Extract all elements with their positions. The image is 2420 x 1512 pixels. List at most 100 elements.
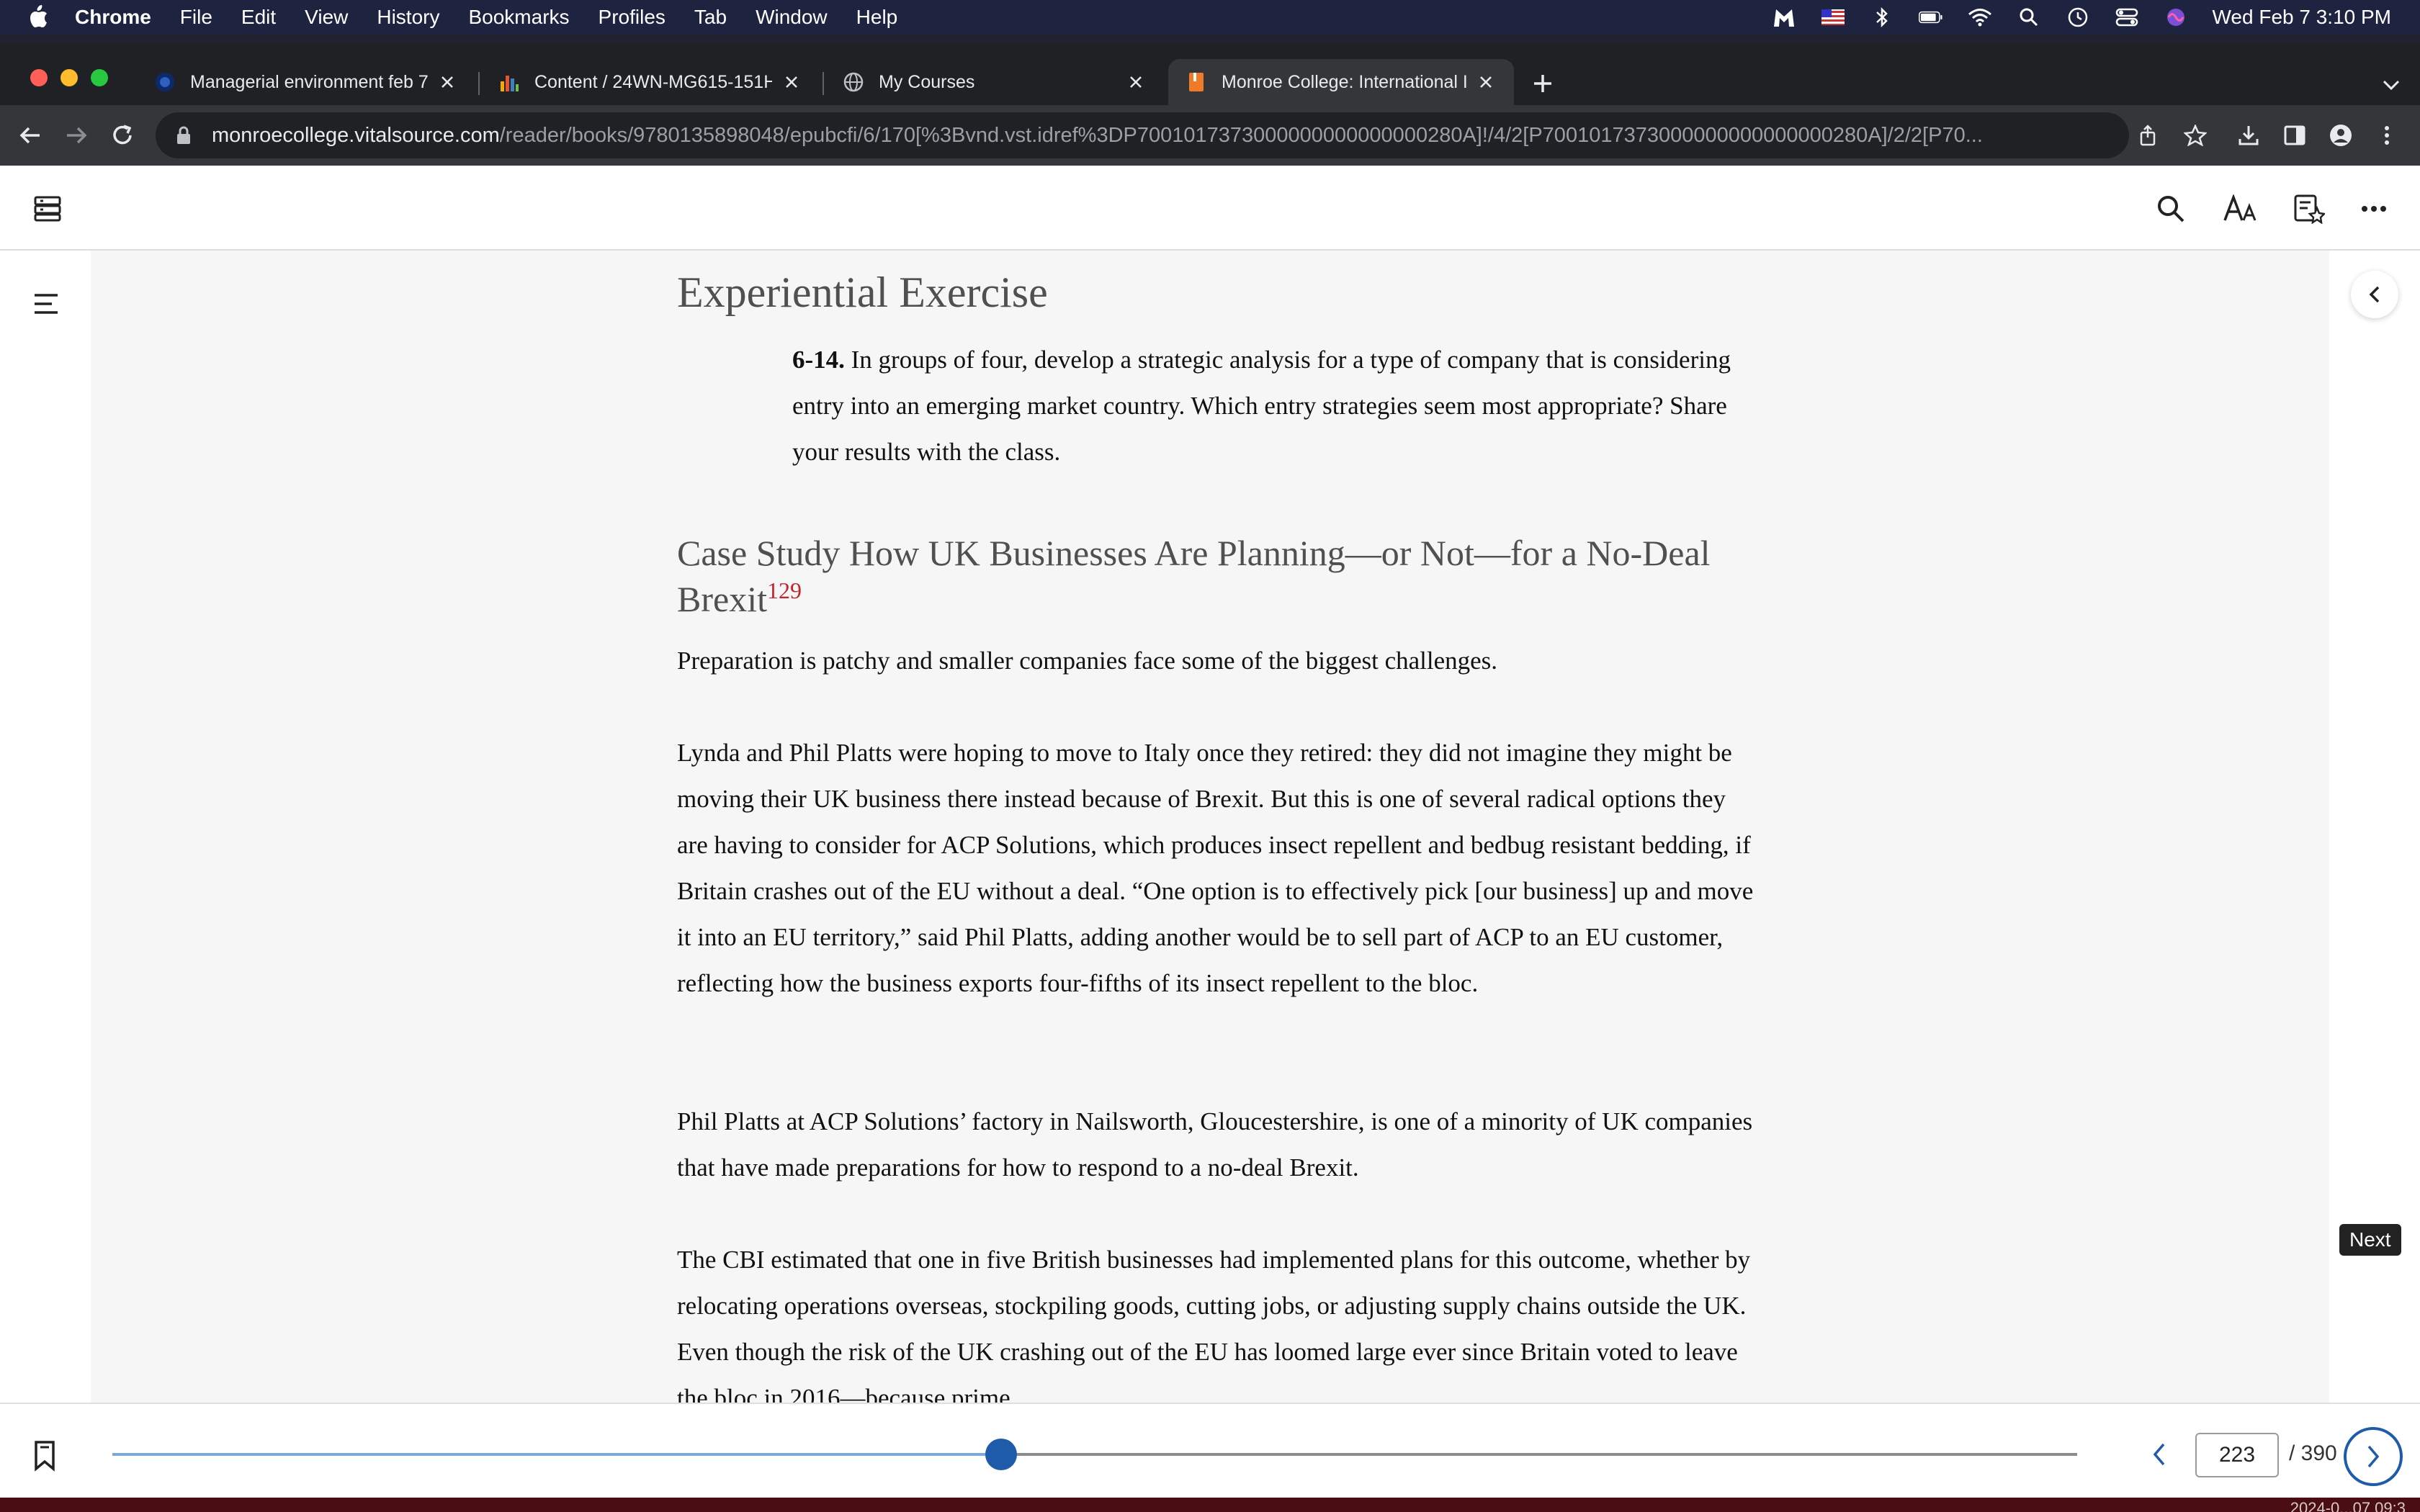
- menu-file[interactable]: File: [180, 6, 212, 29]
- bookmark-icon[interactable]: [32, 1440, 58, 1472]
- case-study-title: Case Study How UK Businesses Are Plannin…: [677, 533, 1711, 619]
- browser-toolbar: monroecollege.vitalsource.com/reader/boo…: [0, 105, 2420, 166]
- book-icon: [1186, 71, 1207, 93]
- menu-app-name[interactable]: Chrome: [75, 6, 151, 29]
- slider-thumb[interactable]: [985, 1439, 1018, 1470]
- battery-icon[interactable]: [1918, 5, 1943, 30]
- desktop-strip: [0, 1498, 2420, 1512]
- profile-avatar-icon[interactable]: [2325, 120, 2357, 151]
- chevron-left-icon: [2369, 286, 2380, 303]
- page-total: / 390: [2289, 1441, 2337, 1465]
- window-controls: [30, 69, 108, 86]
- reload-button[interactable]: [107, 120, 138, 151]
- left-sidebar: [0, 251, 91, 1403]
- chrome-menu-icon[interactable]: [2371, 120, 2403, 151]
- case-study-heading: Case Study How UK Businesses Are Plannin…: [677, 530, 1729, 622]
- siri-icon[interactable]: [2164, 5, 2188, 30]
- expand-panel-button[interactable]: [2351, 271, 2398, 318]
- us-flag-icon[interactable]: [1821, 5, 1845, 30]
- bluetooth-icon[interactable]: [1870, 5, 1894, 30]
- menu-bookmarks[interactable]: Bookmarks: [468, 6, 569, 29]
- tab-title: Managerial environment feb 7 |: [190, 71, 428, 92]
- section-heading: Experiential Exercise: [677, 269, 1048, 316]
- tab-title: Content / 24WN-MG615-151HY: [534, 71, 772, 92]
- share-icon[interactable]: [2136, 124, 2159, 147]
- screen: Chrome File Edit View History Bookmarks …: [0, 0, 2420, 1512]
- exercise-number: 6-14.: [792, 346, 845, 374]
- menu-tab[interactable]: Tab: [694, 6, 727, 29]
- reader-header: [0, 166, 2420, 251]
- more-options-icon[interactable]: [2357, 192, 2391, 226]
- paragraph: Preparation is patchy and smaller compan…: [677, 647, 1498, 675]
- previous-page-button[interactable]: [2143, 1439, 2175, 1470]
- apple-menu-icon[interactable]: [26, 4, 55, 30]
- back-button[interactable]: [14, 120, 46, 151]
- browser-window: Managerial environment feb 7 | Content /…: [0, 35, 2420, 1503]
- tab-title: Monroe College: International I: [1222, 71, 1466, 92]
- library-stack-icon[interactable]: [30, 192, 65, 226]
- side-panel-icon[interactable]: [2279, 120, 2311, 151]
- menu-edit[interactable]: Edit: [241, 6, 276, 29]
- exercise-text: In groups of four, develop a strategic a…: [792, 346, 1731, 466]
- paragraph: The CBI estimated that one in five Briti…: [677, 1246, 1751, 1403]
- page-number-input[interactable]: 223: [2195, 1433, 2279, 1477]
- tab-my-courses[interactable]: My Courses: [825, 59, 1164, 105]
- wifi-icon[interactable]: [1968, 5, 1992, 30]
- circle-logo-icon: [154, 71, 176, 93]
- minimize-window-button[interactable]: [60, 69, 78, 86]
- tab-search-chevron-icon[interactable]: [2378, 72, 2404, 98]
- tab-content-course[interactable]: Content / 24WN-MG615-151HY: [481, 59, 820, 105]
- tab-managerial-environment[interactable]: Managerial environment feb 7 |: [137, 59, 475, 105]
- table-of-contents-icon[interactable]: [32, 291, 60, 317]
- control-center-icon[interactable]: [2115, 5, 2139, 30]
- slider-fill: [112, 1453, 1002, 1456]
- bar-chart-icon: [498, 71, 520, 93]
- forward-button[interactable]: [60, 120, 92, 151]
- tab-strip: Managerial environment feb 7 | Content /…: [0, 52, 2420, 105]
- close-tab-icon[interactable]: [1475, 71, 1497, 93]
- next-tooltip: Next: [2339, 1224, 2401, 1256]
- font-size-icon[interactable]: [2223, 192, 2257, 226]
- time-machine-icon[interactable]: [2066, 5, 2090, 30]
- malwarebytes-icon[interactable]: [1772, 5, 1796, 30]
- new-tab-button[interactable]: [1528, 69, 1557, 98]
- close-tab-icon[interactable]: [1125, 71, 1147, 93]
- menu-history[interactable]: History: [377, 6, 439, 29]
- paragraph: Lynda and Phil Platts were hoping to mov…: [677, 739, 1754, 997]
- url-host: monroecollege.vitalsource.com: [212, 123, 500, 147]
- footnote-link[interactable]: 129: [767, 577, 802, 603]
- notes-highlights-icon[interactable]: [2292, 192, 2326, 226]
- close-window-button[interactable]: [30, 69, 48, 86]
- menu-help[interactable]: Help: [856, 6, 898, 29]
- bookmark-star-icon[interactable]: [2184, 124, 2207, 147]
- close-tab-icon[interactable]: [436, 71, 458, 93]
- next-page-button[interactable]: [2344, 1427, 2403, 1486]
- menu-profiles[interactable]: Profiles: [599, 6, 666, 29]
- reader-page: Experiential Exercise 6-14. In groups of…: [0, 166, 2420, 1503]
- book-content: Experiential Exercise 6-14. In groups of…: [91, 251, 2329, 1403]
- tab-title: My Courses: [879, 71, 975, 92]
- tab-separator: [478, 72, 480, 95]
- tab-separator: [823, 72, 824, 95]
- close-tab-icon[interactable]: [781, 71, 802, 93]
- status-area: Wed Feb 7 3:10 PM: [1772, 0, 2392, 35]
- page-progress-slider[interactable]: [112, 1439, 2077, 1470]
- menu-window[interactable]: Window: [756, 6, 828, 29]
- macos-menu-bar: Chrome File Edit View History Bookmarks …: [0, 0, 2420, 35]
- spotlight-search-icon[interactable]: [2017, 5, 2041, 30]
- zoom-window-button[interactable]: [91, 69, 108, 86]
- reader-footer: 223 / 390: [0, 1403, 2420, 1503]
- downloads-icon[interactable]: [2233, 120, 2264, 151]
- menu-clock[interactable]: Wed Feb 7 3:10 PM: [2213, 6, 2392, 29]
- desktop-text: 2024-0...07 09:3: [2290, 1499, 2406, 1512]
- menu-view[interactable]: View: [305, 6, 348, 29]
- globe-icon: [843, 71, 864, 93]
- url-path: /reader/books/9780135898048/epubcfi/6/17…: [499, 123, 1983, 147]
- chevron-left-icon: [2153, 1443, 2165, 1466]
- address-bar[interactable]: monroecollege.vitalsource.com/reader/boo…: [156, 112, 2207, 158]
- exercise-item: 6-14. In groups of four, develop a strat…: [792, 337, 1757, 475]
- search-icon[interactable]: [2154, 192, 2188, 226]
- lock-icon[interactable]: [176, 125, 196, 145]
- tab-monroe-college-active[interactable]: Monroe College: International I: [1168, 59, 1514, 105]
- paragraph: Phil Platts at ACP Solutions’ factory in…: [677, 1107, 1753, 1182]
